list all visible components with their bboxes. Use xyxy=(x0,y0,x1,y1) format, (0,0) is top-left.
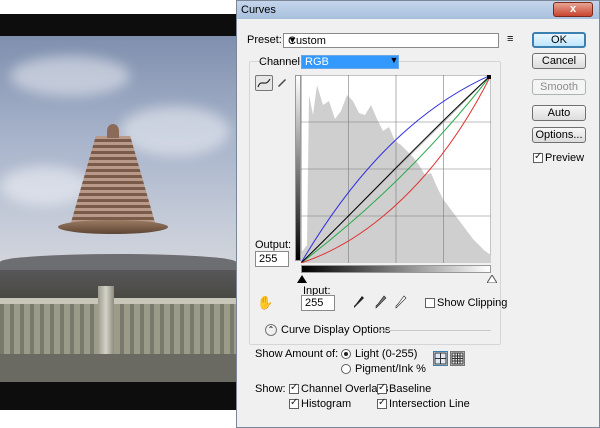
detailed-grid-button[interactable] xyxy=(450,351,465,366)
black-point-slider[interactable] xyxy=(297,275,307,283)
channel-label: Channel: xyxy=(259,56,304,68)
preset-dropdown[interactable]: Custom ▼ xyxy=(283,33,499,48)
curves-dialog: Curves x Preset: Custom ▼ ≡ Channel: RGB… xyxy=(236,0,600,428)
input-gradient-bar xyxy=(301,265,491,273)
channel-overlays-checkbox[interactable] xyxy=(289,382,299,394)
pillar xyxy=(98,286,114,356)
preset-label: Preset: xyxy=(247,34,282,46)
grid-4-icon xyxy=(434,352,447,365)
light-radio[interactable] xyxy=(341,349,351,359)
histogram-label: Histogram xyxy=(301,398,352,410)
chevron-down-icon[interactable]: ▼ xyxy=(387,55,401,69)
channel-overlays-label: Channel Overlays xyxy=(301,383,389,395)
hand-adjust-icon[interactable]: ✋ xyxy=(257,295,273,310)
auto-button[interactable]: Auto xyxy=(532,105,586,121)
black-eyedropper-icon[interactable] xyxy=(353,295,365,309)
dialog-title: Curves xyxy=(241,4,276,16)
curve-display-options-label[interactable]: Curve Display Options xyxy=(281,324,390,336)
show-clipping-checkbox[interactable] xyxy=(425,298,435,308)
preset-menu-icon[interactable]: ≡ xyxy=(507,33,521,47)
preview-checkbox[interactable] xyxy=(533,151,543,163)
channel-dropdown[interactable]: RGB xyxy=(301,55,399,69)
title-bar[interactable]: Curves x xyxy=(237,1,599,19)
white-point-slider[interactable] xyxy=(487,275,497,283)
show-amount-label: Show Amount of: xyxy=(255,348,339,360)
curves-graph[interactable] xyxy=(301,75,491,263)
background-photo xyxy=(0,0,240,428)
output-value: 255 xyxy=(259,253,278,265)
collapse-icon[interactable]: ⌃ xyxy=(265,324,277,336)
show-clipping-label: Show Clipping xyxy=(437,297,508,309)
input-value: 255 xyxy=(305,297,324,309)
divider xyxy=(379,330,491,331)
output-label: Output: xyxy=(255,239,292,251)
white-eyedropper-icon[interactable] xyxy=(395,295,407,309)
intersection-line-checkbox[interactable] xyxy=(377,397,387,409)
input-field[interactable]: 255 xyxy=(301,295,335,311)
options-button[interactable]: Options... xyxy=(532,127,586,143)
curve-point-tool[interactable] xyxy=(255,75,273,91)
preview-label: Preview xyxy=(545,152,585,164)
temple-scene xyxy=(0,36,236,382)
show-label: Show: xyxy=(255,383,286,395)
grid-10-icon xyxy=(451,352,464,365)
simple-grid-button[interactable] xyxy=(433,351,448,366)
temple-finial xyxy=(107,124,119,138)
ground xyxy=(0,354,236,382)
pigment-radio[interactable] xyxy=(341,364,351,374)
pigment-option-label: Pigment/Ink % xyxy=(355,363,426,375)
close-icon: x xyxy=(569,3,577,15)
pencil-icon[interactable] xyxy=(275,76,289,90)
curve-endpoint xyxy=(487,75,491,79)
chevron-down-icon: ▼ xyxy=(288,35,297,45)
curve-icon xyxy=(257,78,271,88)
baseline-checkbox[interactable] xyxy=(377,382,387,394)
ok-button[interactable]: OK xyxy=(532,32,586,48)
light-option-label: Light (0-255) xyxy=(355,348,418,360)
baseline-label: Baseline xyxy=(389,383,432,395)
balustrade xyxy=(0,298,236,354)
gray-eyedropper-icon[interactable] xyxy=(375,295,387,309)
histogram-checkbox[interactable] xyxy=(289,397,299,409)
cancel-button[interactable]: Cancel xyxy=(532,53,586,69)
output-field[interactable]: 255 xyxy=(255,251,289,267)
temple-base xyxy=(58,220,168,234)
smooth-button: Smooth xyxy=(532,79,586,95)
close-button[interactable]: x xyxy=(553,2,593,17)
channel-value: RGB xyxy=(305,56,329,68)
intersection-line-label: Intersection Line xyxy=(389,398,470,410)
